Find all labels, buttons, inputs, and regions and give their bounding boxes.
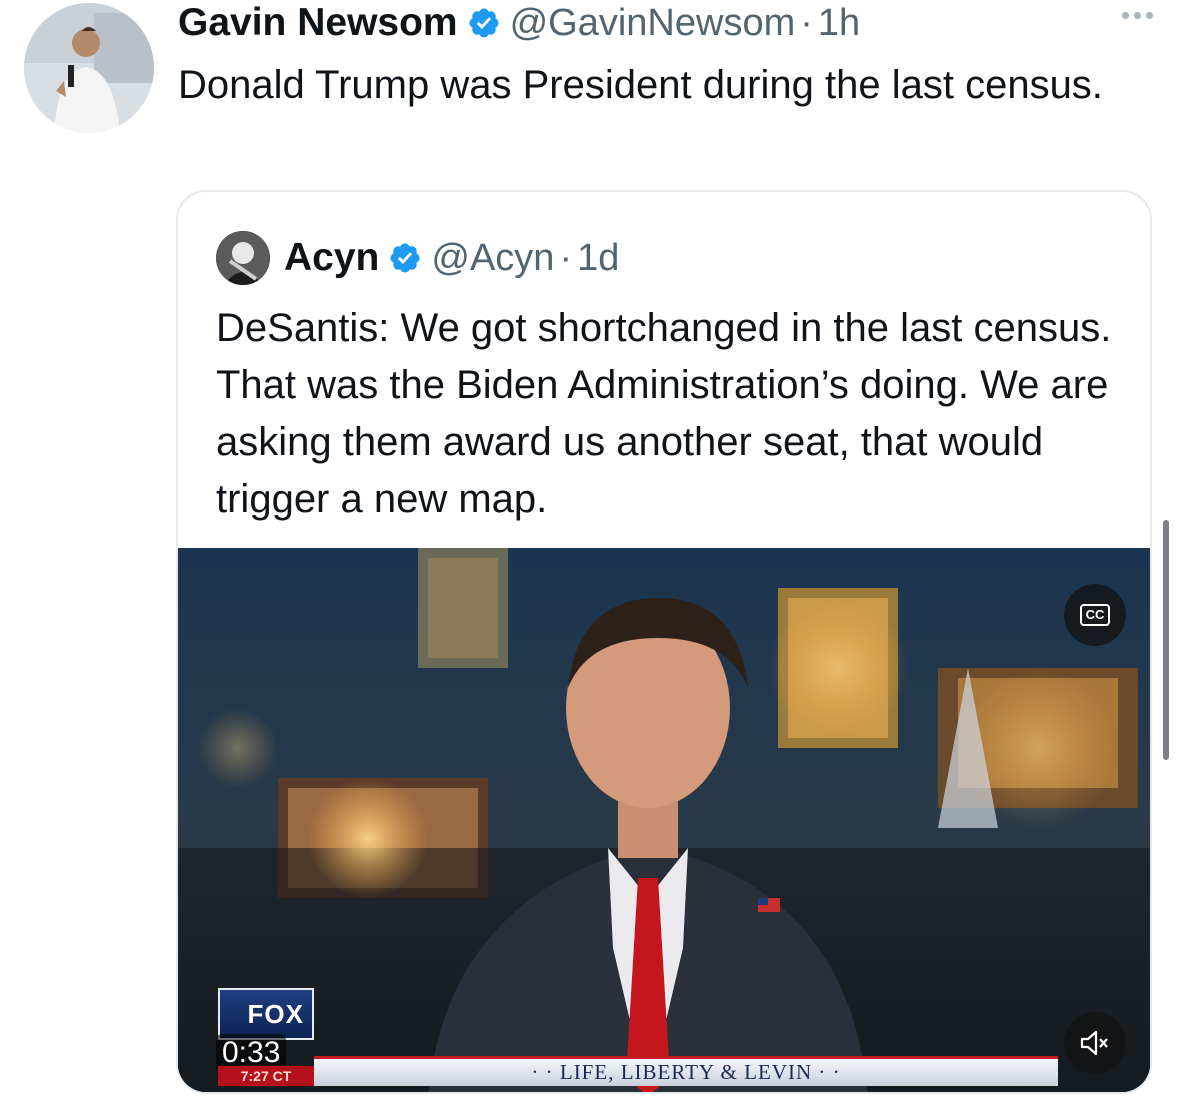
quoted-tweet-text: DeSantis: We got shortchanged in the las… (216, 306, 1112, 521)
tweet-text: Donald Trump was President during the la… (178, 63, 1103, 107)
verified-badge-icon (469, 8, 499, 38)
author-avatar[interactable] (24, 3, 154, 133)
video-frame (178, 548, 1150, 1092)
author-handle[interactable]: @GavinNewsom (510, 2, 796, 45)
muted-speaker-icon[interactable] (1064, 1012, 1126, 1074)
separator-dot: · (800, 1, 813, 44)
tweet-timestamp[interactable]: 1h (818, 2, 860, 45)
show-title-banner: · · LIFE, LIBERTY & LEVIN · · (314, 1056, 1058, 1086)
quoted-author-avatar[interactable] (216, 231, 270, 285)
closed-captions-icon[interactable]: CC (1064, 584, 1126, 646)
author-name[interactable]: Gavin Newsom (178, 1, 458, 45)
scrollbar[interactable] (1163, 520, 1169, 760)
quoted-author-handle[interactable]: @Acyn (431, 237, 554, 280)
broadcast-clock: 7:27 CT (218, 1066, 314, 1086)
quoted-author-name[interactable]: Acyn (284, 236, 379, 280)
tweet-header: Gavin Newsom @GavinNewsom · 1h (178, 0, 860, 46)
cc-label: CC (1079, 604, 1111, 626)
quoted-tweet[interactable]: Acyn @Acyn · 1d DeSantis: We got shortch… (176, 190, 1152, 1094)
more-options-icon[interactable] (1122, 12, 1153, 19)
separator-dot: · (559, 236, 573, 279)
verified-badge-icon (390, 243, 420, 273)
quoted-tweet-header: Acyn @Acyn · 1d (216, 228, 619, 288)
network-logo: FOX (218, 988, 314, 1040)
quoted-timestamp[interactable]: 1d (577, 237, 619, 280)
video-player[interactable]: CC FOX 0:33 7:27 CT · · LIFE, LIBERTY & … (178, 548, 1150, 1092)
